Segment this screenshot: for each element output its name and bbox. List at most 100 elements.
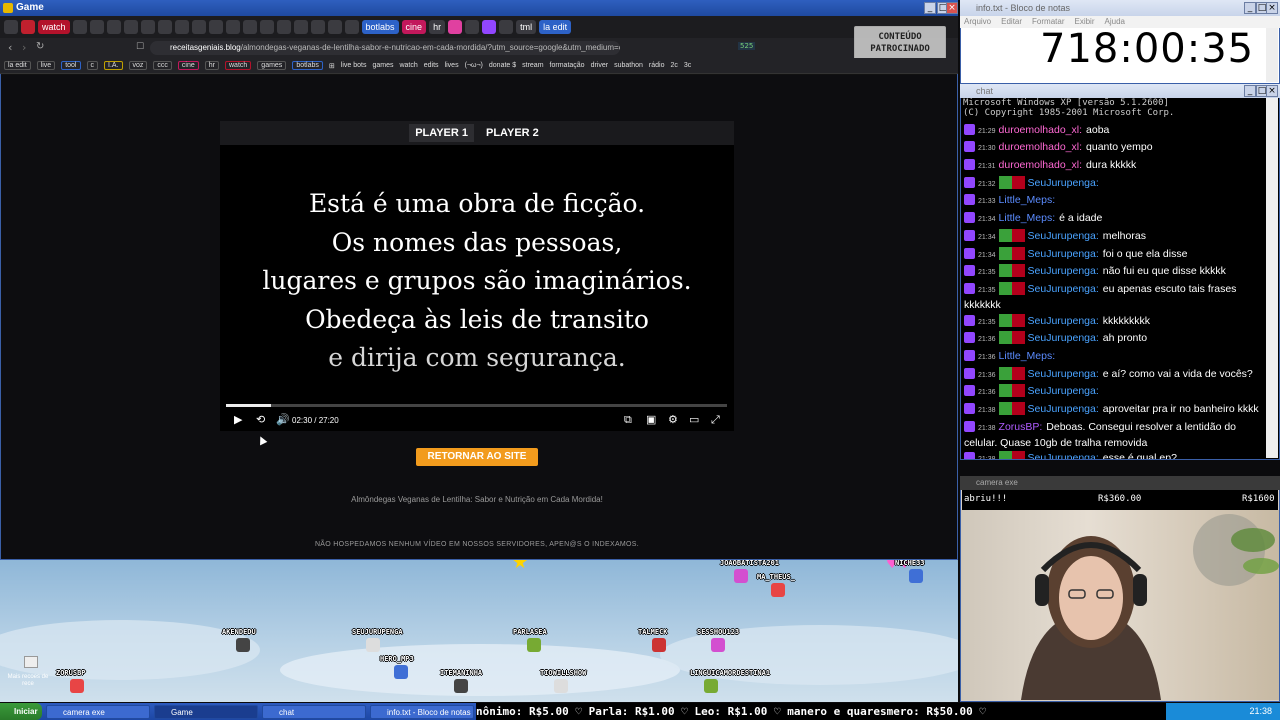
bookmark-item[interactable]: botlabs — [292, 61, 323, 70]
tab-favicon[interactable] — [140, 20, 155, 34]
bookmark-item[interactable]: ccc — [153, 61, 172, 70]
bookmark-item[interactable]: 2c — [670, 62, 677, 69]
bookmark-item[interactable]: driver — [591, 62, 609, 69]
tab-favicon[interactable] — [327, 20, 342, 34]
rewind-icon[interactable]: ⟲ — [256, 414, 265, 426]
tab-favicon[interactable] — [310, 20, 325, 34]
chat-username[interactable]: Little_Meps: — [999, 194, 1056, 206]
tab-player-1[interactable]: PLAYER 1 — [409, 124, 474, 142]
bookmark-item[interactable]: cine — [177, 61, 199, 70]
task-chat[interactable]: chat — [262, 705, 366, 719]
chat-scrollbar[interactable] — [1266, 98, 1278, 458]
start-button[interactable]: Iniciar — [0, 703, 42, 720]
tab-favicon[interactable] — [482, 20, 497, 34]
tab-botlabs[interactable]: botlabs — [361, 20, 399, 34]
chat-username[interactable]: SeuJurupenga: — [1028, 177, 1099, 189]
video-progress-track[interactable] — [226, 404, 727, 407]
bookmark-item[interactable]: watch — [399, 62, 417, 69]
bookmark-item[interactable]: subathon — [614, 62, 643, 69]
bookmark-item[interactable]: live — [36, 61, 56, 70]
bookmark-item[interactable]: I.A. — [104, 61, 123, 70]
chat-username[interactable]: SeuJurupenga: — [1028, 283, 1099, 295]
minimize-button[interactable]: _ — [1244, 2, 1256, 14]
volume-icon[interactable]: 🔊 — [276, 414, 290, 426]
tab-favicon[interactable] — [242, 20, 257, 34]
tab-favicon[interactable] — [21, 20, 35, 34]
tab-favicon[interactable] — [191, 20, 206, 34]
fullscreen-icon[interactable]: ⤢ — [711, 414, 720, 426]
reload-icon[interactable]: ↻ — [36, 41, 44, 52]
miniplayer-icon[interactable]: ▣ — [646, 414, 656, 426]
theater-icon[interactable]: ▭ — [689, 414, 699, 426]
bookmark-item[interactable]: 3c — [684, 62, 691, 69]
task-notepad[interactable]: info.txt - Bloco de notas — [370, 705, 474, 719]
tab-favicon[interactable] — [293, 20, 308, 34]
extension-counter[interactable]: 525 — [738, 42, 756, 50]
tab-tml[interactable]: tml — [516, 20, 537, 34]
chat-username[interactable]: duroemolhado_xl: — [999, 141, 1082, 153]
close-button[interactable]: × — [946, 2, 958, 14]
chat-username[interactable]: SeuJurupenga: — [1028, 368, 1099, 380]
notepad-titlebar[interactable]: info.txt - Bloco de notas _ □ × — [960, 0, 1280, 16]
tab-player-2[interactable]: PLAYER 2 — [480, 124, 545, 142]
chat-username[interactable]: SeuJurupenga: — [1028, 248, 1099, 260]
tab-favicon[interactable] — [259, 20, 274, 34]
url-field[interactable]: receitasgeniais.blog/almondegas-veganas-… — [150, 41, 620, 55]
bookmark-item[interactable]: edits — [424, 62, 439, 69]
tab-favicon[interactable] — [448, 20, 463, 34]
tab-favicon[interactable] — [465, 20, 480, 34]
notepad-scrollbar[interactable] — [1266, 28, 1278, 82]
bookmark-item[interactable]: formatação — [550, 62, 585, 69]
chat-username[interactable]: SeuJurupenga: — [1028, 332, 1099, 344]
chat-username[interactable]: SeuJurupenga: — [1028, 403, 1099, 415]
minimize-button[interactable]: _ — [924, 2, 936, 14]
tab-favicon[interactable] — [89, 20, 104, 34]
forward-icon[interactable]: › — [22, 41, 26, 54]
bookmark-item[interactable]: la edit — [4, 61, 31, 70]
tab-favicon[interactable] — [157, 20, 172, 34]
minimize-button[interactable]: _ — [1244, 85, 1256, 97]
tab-favicon[interactable] — [344, 20, 359, 34]
chat-username[interactable]: duroemolhado_xl: — [999, 124, 1082, 136]
tab-cine[interactable]: cine — [401, 20, 427, 34]
menu-arquivo[interactable]: Arquivo — [964, 17, 991, 27]
desktop-icon[interactable] — [24, 656, 38, 668]
return-to-site-button[interactable]: RETORNAR AO SITE — [416, 448, 538, 466]
bookmark-item[interactable]: c — [86, 61, 98, 70]
close-button[interactable]: × — [1266, 85, 1278, 97]
camera-titlebar[interactable]: camera exe — [960, 476, 1280, 490]
back-icon[interactable]: ‹ — [8, 41, 12, 54]
chat-username[interactable]: SeuJurupenga: — [1028, 315, 1099, 327]
bookmark-item[interactable]: lives — [445, 62, 459, 69]
tab-favicon[interactable] — [276, 20, 291, 34]
tab-la-edit[interactable]: la edit — [539, 20, 572, 34]
tab-favicon[interactable] — [499, 20, 514, 34]
chat-username[interactable]: SeuJurupenga: — [1028, 230, 1099, 242]
tab-favicon[interactable] — [72, 20, 87, 34]
bookmark-item[interactable]: watch — [225, 61, 252, 70]
tab-favicon[interactable] — [123, 20, 138, 34]
tab-favicon[interactable] — [225, 20, 240, 34]
tab-favicon[interactable] — [106, 20, 121, 34]
bookmark-item[interactable]: games — [372, 62, 393, 69]
tab-favicon[interactable] — [208, 20, 223, 34]
chat-username[interactable]: ZorusBP: — [999, 421, 1043, 433]
chat-username[interactable]: Little_Meps: — [999, 350, 1056, 362]
close-button[interactable]: × — [1266, 2, 1278, 14]
chat-username[interactable]: SeuJurupenga: — [1028, 265, 1099, 277]
settings-icon[interactable]: ⚙ — [668, 414, 678, 426]
game-window-titlebar[interactable]: Game _ □ × — [0, 0, 958, 16]
tab-hr[interactable]: hr — [429, 20, 446, 34]
bookmark-item[interactable]: rádio — [649, 62, 665, 69]
tab-favicon[interactable] — [174, 20, 189, 34]
task-game[interactable]: Game — [154, 705, 258, 719]
bookmark-item[interactable]: (¬ω¬) — [465, 62, 483, 69]
bookmark-icon[interactable]: ☐ — [136, 42, 144, 52]
bookmark-item[interactable]: games — [257, 61, 287, 70]
chat-username[interactable]: duroemolhado_xl: — [999, 159, 1082, 171]
tab-watch[interactable]: watch — [38, 20, 70, 34]
bookmark-item[interactable]: stream — [522, 62, 543, 69]
bookmark-item[interactable]: donate $ — [489, 62, 516, 69]
captions-icon[interactable]: ⧉ — [624, 414, 632, 426]
apps-grid-icon[interactable]: ⊞ — [329, 62, 335, 70]
